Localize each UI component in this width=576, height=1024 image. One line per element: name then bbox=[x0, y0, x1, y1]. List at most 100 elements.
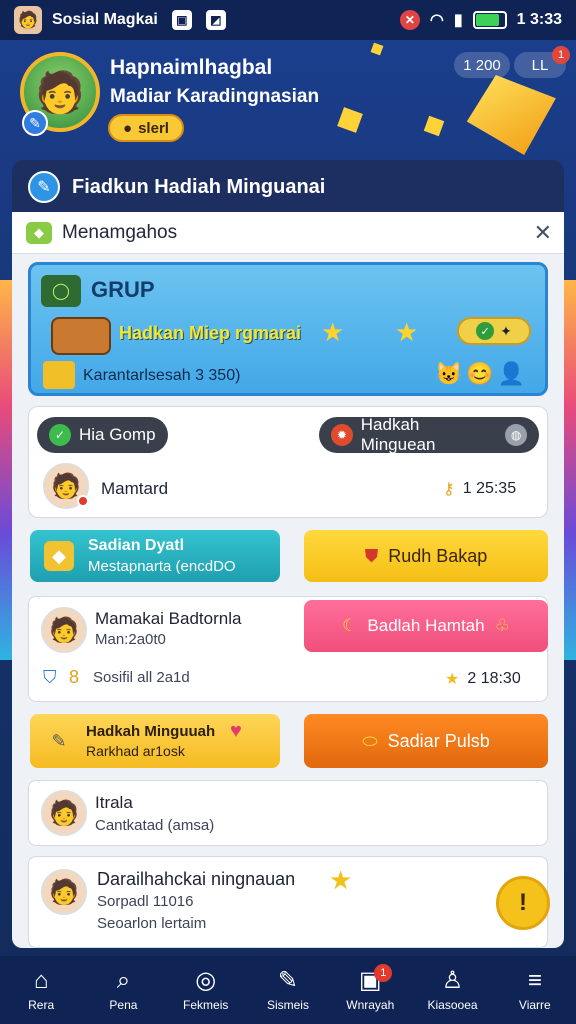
group-icon: ◯ bbox=[41, 275, 81, 307]
menu-icon: ≡ bbox=[527, 967, 542, 994]
shield-icon: ⛊ bbox=[364, 545, 379, 566]
brush-icon: ✎ bbox=[51, 730, 67, 751]
nav-label: Kiasooea bbox=[427, 998, 478, 1012]
profile-header: 🧑 ✎ Hapnaimlhagbal Madiar Karadingnasian… bbox=[0, 40, 576, 160]
decoration-right bbox=[564, 280, 576, 660]
profile-title: Hapnaimlhagbal bbox=[110, 56, 273, 79]
reaction-icons: 😺😊👤 bbox=[435, 361, 530, 386]
app-avatar-icon: 🧑 bbox=[14, 6, 42, 34]
member-time: ★ 2 18:30 bbox=[445, 669, 521, 689]
list-item[interactable]: 🧑 Darailhahckai ningnauan ★ Sorpadl 1101… bbox=[28, 856, 548, 948]
notification-icon: ▣ bbox=[171, 10, 192, 30]
nav-item-home[interactable]: ⌂ Rera bbox=[5, 968, 77, 1013]
item-line3: Seoarlon lertaim bbox=[97, 915, 207, 932]
pulse-button[interactable]: ⬭ Sadiar Pulsb bbox=[304, 714, 548, 768]
chest-icon bbox=[51, 317, 111, 355]
nav-label: Fekmeis bbox=[183, 998, 229, 1012]
compass-icon: ◎ bbox=[195, 967, 217, 994]
ticket-icon: ◆ bbox=[26, 221, 52, 244]
level-indicator[interactable]: LL 1 bbox=[514, 46, 570, 78]
nav-label: Viarre bbox=[518, 998, 551, 1012]
member-time: ⚷ 1 25:35 bbox=[443, 479, 516, 499]
nav-item-profile[interactable]: ♙ Kiasooea bbox=[417, 967, 489, 1013]
group-pill-button[interactable]: ✓ Hia Gomp bbox=[37, 417, 168, 453]
group-reward-card[interactable]: ◯ GRUP Hadkan Miep rgmarai ★ ★ ✓ ✦ Karan… bbox=[28, 262, 548, 396]
pulse-label: Sadiar Pulsb bbox=[387, 730, 490, 751]
clock: 1 3:33 bbox=[516, 11, 562, 28]
nav-label: Rera bbox=[28, 998, 55, 1012]
battery-icon bbox=[472, 11, 507, 29]
close-icon[interactable]: ✕ bbox=[534, 220, 552, 246]
reward-icon: ✎ bbox=[28, 171, 60, 203]
rush-label: Rudh Bakap bbox=[388, 545, 488, 566]
daily-reward-title: Sadian Dyatl bbox=[88, 537, 185, 554]
weekly-reward-button[interactable]: ✎ Hadkah Minguuah Rarkhad ar1osk ♥ bbox=[30, 714, 280, 768]
nav-label: Pena bbox=[109, 998, 138, 1012]
star-icon: ★ bbox=[329, 865, 353, 895]
gift-button[interactable]: ☾ Badlah Hamtah ♧ bbox=[304, 600, 548, 652]
mute-icon: ✕ bbox=[399, 10, 420, 30]
gift-label: Badlah Hamtah bbox=[367, 616, 485, 635]
profile-icon: ♙ bbox=[441, 967, 464, 994]
avatar[interactable]: 🧑 bbox=[41, 607, 87, 653]
member-sub: Sosifil all 2a1d bbox=[93, 669, 190, 686]
sparkle-icon bbox=[423, 115, 445, 137]
wifi-icon: ◠ bbox=[429, 12, 444, 29]
start-button[interactable]: ● slerl bbox=[108, 114, 184, 142]
app-name: Sosial Magkai bbox=[52, 11, 158, 28]
group-member-card[interactable]: ✓ Hia Gomp ✹ Hadkah Minguean ◍ 🧑 Mamtard… bbox=[28, 406, 548, 518]
nav-item-inbox[interactable]: ▣ 1 Wnrayah bbox=[334, 964, 406, 1012]
time-label: 1 25:35 bbox=[462, 480, 517, 497]
sparkle-icon bbox=[370, 42, 384, 56]
nav-item-menu[interactable]: ≡ Viarre bbox=[499, 967, 571, 1013]
star-icon: ★ bbox=[395, 317, 419, 347]
banana-icon: ☾ bbox=[342, 616, 358, 635]
nav-item-create[interactable]: ✎ Sismeis bbox=[252, 968, 324, 1013]
item-name: Darailhahckai ningnauan bbox=[97, 869, 296, 889]
bottom-nav: ⌂ Rera ⌕ Pena ◎ Fekmeis ✎ Sismeis ▣ 1 Wn… bbox=[0, 956, 576, 1024]
daily-reward-button[interactable]: ◆ Sadian Dyatl Mestapnarta (encdDO bbox=[30, 530, 280, 582]
group-label: GRUP bbox=[91, 277, 155, 302]
image-icon: ◩ bbox=[205, 10, 226, 30]
star-icon: ★ bbox=[321, 317, 345, 347]
cup-icon: ⛉ bbox=[43, 667, 57, 687]
sparkle-icon bbox=[337, 107, 363, 133]
avatar[interactable]: 🧑 bbox=[41, 869, 87, 915]
weekly-reward-panel: ◆ Menamgahos ✕ ◯ GRUP Hadkan Miep rgmara… bbox=[12, 212, 564, 948]
medal-icon: 8 bbox=[69, 667, 80, 687]
group-pill-label: Hia Gomp bbox=[79, 425, 156, 444]
nav-item-explore[interactable]: ◎ Fekmeis bbox=[170, 967, 242, 1013]
coin-counter: 1 200 bbox=[454, 52, 510, 78]
status-dot bbox=[77, 495, 89, 507]
avatar[interactable]: 🧑 bbox=[41, 790, 87, 836]
status-bar: 🧑 Sosial Magkai ▣ ◩ ✕ ◠ ▮ 1 3:33 bbox=[0, 0, 576, 40]
subheader-label: Menamgahos bbox=[62, 221, 178, 243]
search-icon: ⌕ bbox=[116, 967, 131, 994]
gem-icon bbox=[462, 71, 557, 159]
weekly-pill-label: Hadkah Minguean bbox=[360, 415, 436, 454]
nav-item-search[interactable]: ⌕ Pena bbox=[87, 967, 159, 1013]
item-sub: Cantkatad (amsa) bbox=[95, 817, 215, 834]
daily-reward-sub: Mestapnarta (encdDO bbox=[88, 558, 236, 575]
profile-subtitle: Madiar Karadingnasian bbox=[110, 86, 320, 107]
key-icon: ⚷ bbox=[443, 481, 455, 498]
list-item[interactable]: 🧑 Itrala Cantkatad (amsa) bbox=[28, 780, 548, 846]
panel-title: Fiadkun Hadiah Minguanai bbox=[72, 175, 326, 198]
coin-icon: ● bbox=[123, 119, 133, 137]
inbox-badge: 1 bbox=[374, 964, 393, 982]
level-badge: 1 bbox=[552, 46, 570, 64]
group-info: Karantarlsesah 3 350) bbox=[83, 367, 241, 384]
panel-header: ✎ Fiadkun Hadiah Minguanai bbox=[12, 160, 564, 214]
rush-button[interactable]: ⛊ Rudh Bakap bbox=[304, 530, 548, 582]
alert-fab-button[interactable]: ! bbox=[496, 876, 550, 930]
check-icon: ✓ bbox=[49, 424, 71, 446]
edit-icon[interactable]: ✎ bbox=[22, 110, 48, 136]
decoration-left bbox=[0, 280, 12, 660]
nav-label: Sismeis bbox=[266, 998, 309, 1012]
globe-icon: ◍ bbox=[505, 424, 528, 446]
member-name: Mamakai Badtornla bbox=[95, 609, 242, 628]
member-date: Man:2a0t0 bbox=[95, 631, 166, 648]
claim-pill[interactable]: ✓ ✦ bbox=[457, 317, 531, 345]
bag-icon: ♧ bbox=[494, 616, 510, 635]
weekly-pill-button[interactable]: ✹ Hadkah Minguean ◍ bbox=[319, 415, 539, 454]
